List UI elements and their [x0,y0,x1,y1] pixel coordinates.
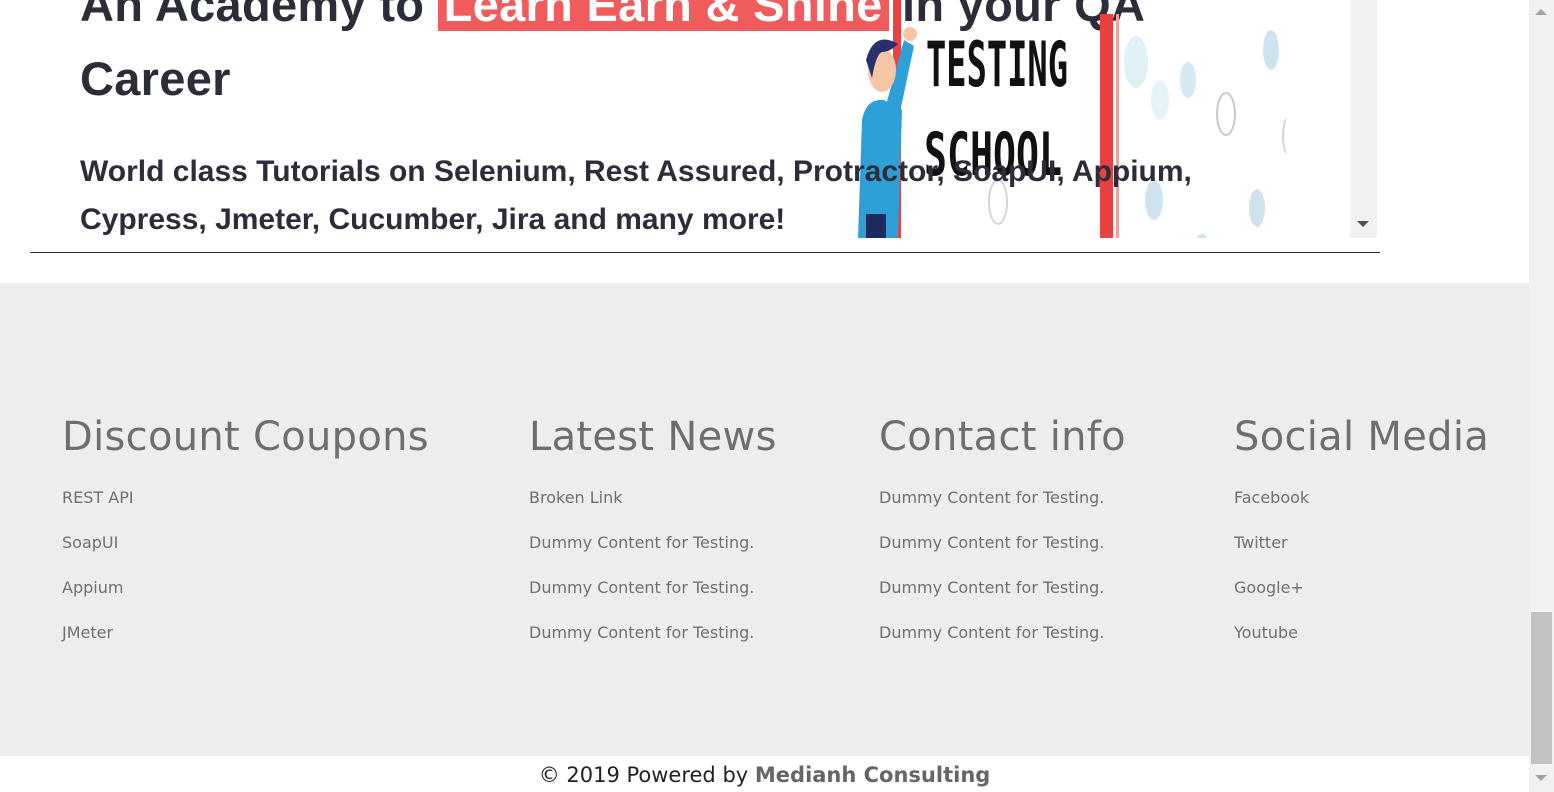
footer-link-twitter[interactable]: Twitter [1234,533,1489,578]
footer-link[interactable]: Dummy Content for Testing. [529,533,777,578]
footer-column-social-media: Social Media Facebook Twitter Google+ Yo… [1234,410,1489,668]
footer-link[interactable]: SoapUI [62,533,429,578]
footer-link[interactable]: Dummy Content for Testing. [529,623,777,668]
footer-link[interactable]: Dummy Content for Testing. [529,578,777,623]
footer-heading: Social Media [1234,414,1490,460]
footer-link-google-plus[interactable]: Google+ [1234,578,1489,623]
hero-subtitle: World class Tutorials on Selenium, Rest … [80,155,1192,236]
footer-heading: Discount Coupons [62,414,429,460]
footer-link[interactable]: Broken Link [529,488,777,533]
bubble-decoration [1282,117,1286,155]
frame-scrollbar[interactable] [1350,0,1377,238]
footer-column-contact-info: Contact info Dummy Content for Testing. … [879,410,1126,668]
scrollbar-thumb[interactable] [1531,612,1552,764]
hero-title-start: An Academy to [80,0,425,31]
footer-heading: Contact info [879,414,1126,460]
bubble-decoration [1151,80,1169,120]
bubble-decoration [1180,62,1196,98]
footer-link[interactable]: Dummy Content for Testing. [879,623,1126,668]
copyright: © 2019 Powered by Medianh Consulting [0,761,1529,789]
person-hand [903,27,917,41]
footer-link-facebook[interactable]: Facebook [1234,488,1489,533]
footer-column-latest-news: Latest News Broken Link Dummy Content fo… [529,410,777,668]
footer-link[interactable]: Dummy Content for Testing. [879,533,1126,578]
frame-scroll-down-arrow[interactable] [1357,221,1369,227]
scroll-up-arrow[interactable] [1535,9,1547,15]
footer-link[interactable]: REST API [62,488,429,533]
hero-section: An Academy to Learn Earn & Shine in your… [30,0,1350,238]
footer-heading: Latest News [529,414,777,460]
footer-link[interactable]: Appium [62,578,429,623]
copyright-text: © 2019 Powered by [538,763,749,787]
bubble-decoration [1263,30,1279,70]
footer-link[interactable]: Dummy Content for Testing. [879,488,1126,533]
scroll-down-arrow[interactable] [1535,775,1547,781]
footer-link[interactable]: JMeter [62,623,429,668]
bubble-decoration [1216,92,1236,136]
bubble-decoration [1124,36,1148,88]
divider [30,252,1380,253]
copyright-brand-link[interactable]: Medianh Consulting [755,763,990,787]
footer-link[interactable]: Dummy Content for Testing. [879,578,1126,623]
footer-link-youtube[interactable]: Youtube [1234,623,1489,668]
image-text-testing: TESTING [926,28,1068,101]
footer: Discount Coupons REST API SoapUI Appium … [0,283,1529,756]
footer-column-discount-coupons: Discount Coupons REST API SoapUI Appium … [62,410,429,668]
hero-title-highlight: Learn Earn & Shine [437,0,889,31]
